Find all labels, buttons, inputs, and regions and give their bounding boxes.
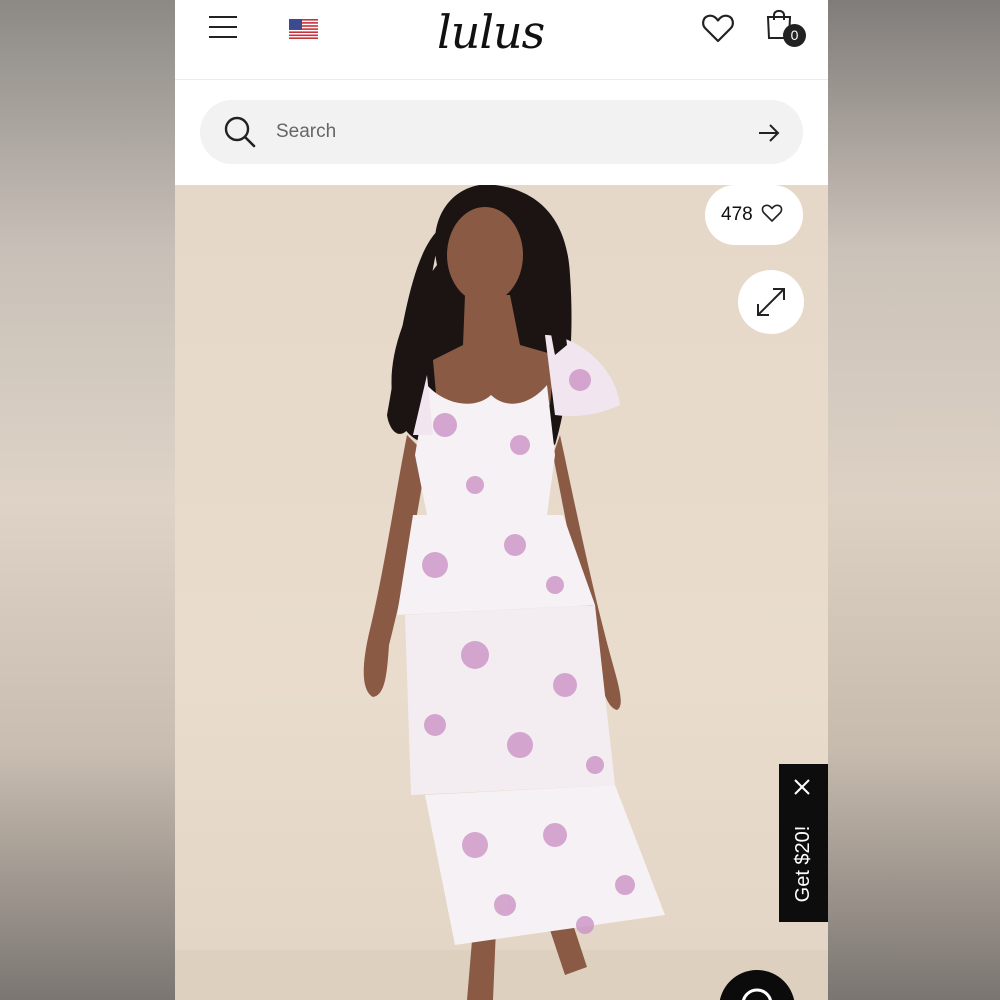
expand-arrows-icon: [757, 288, 785, 316]
backdrop-left: [0, 0, 175, 1000]
backdrop-right: [828, 0, 1000, 1000]
lulus-logo[interactable]: lulus: [437, 4, 567, 60]
hamburger-menu-icon[interactable]: [209, 16, 239, 40]
search-input[interactable]: [276, 114, 736, 150]
promo-tab[interactable]: Get $20!: [779, 764, 828, 922]
expand-image-button[interactable]: [738, 270, 804, 334]
shopping-bag-button[interactable]: 0: [763, 6, 807, 48]
promo-label: Get $20!: [792, 825, 814, 903]
phone-screen: lulus 0 Search 478 Get $20!: [175, 0, 828, 1000]
arrow-right-icon[interactable]: [756, 120, 782, 146]
search-icon: [224, 116, 256, 148]
heart-icon[interactable]: [701, 12, 735, 44]
model-in-floral-dress-illustration: [363, 185, 665, 1000]
us-flag-icon[interactable]: [289, 19, 318, 39]
search-bar[interactable]: [200, 100, 803, 164]
bag-count-badge: 0: [783, 24, 806, 47]
close-icon[interactable]: [793, 778, 811, 796]
product-image[interactable]: 478: [175, 185, 828, 1000]
chat-bubble-icon: [742, 988, 772, 1000]
top-navigation-bar: lulus 0: [175, 0, 828, 80]
likes-button[interactable]: 478: [705, 185, 803, 245]
heart-outline-icon: [761, 204, 783, 222]
likes-count: 478: [721, 204, 753, 225]
